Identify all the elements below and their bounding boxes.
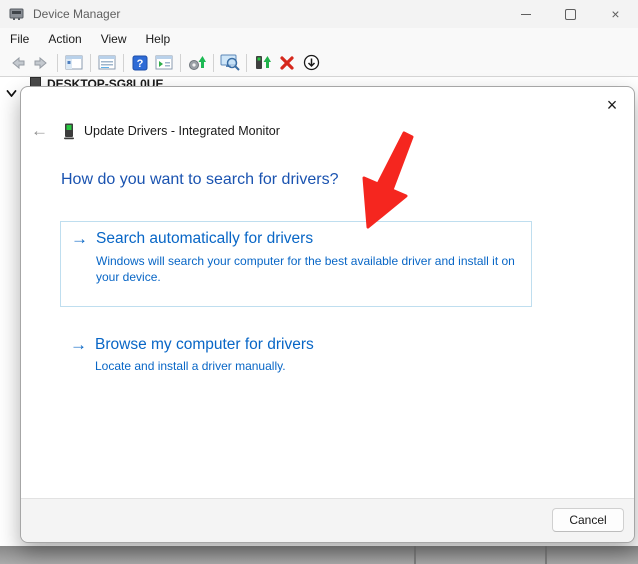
dialog-footer: Cancel [21,498,634,542]
menu-action[interactable]: Action [39,29,90,49]
toolbar: ? [0,49,638,77]
dialog-close-button[interactable]: × [599,92,625,118]
toolbar-separator [57,53,58,72]
forward-icon[interactable] [30,52,52,74]
arrow-right-icon: → [70,335,87,354]
update-driver-device-icon[interactable] [252,52,274,74]
dialog-back-button[interactable]: ← [31,121,51,141]
tree-root-label: DESKTOP-SG8L0UE [47,77,164,86]
close-button[interactable]: × [593,0,638,28]
device-manager-app-icon [9,7,25,22]
scan-hardware-icon[interactable] [219,52,241,74]
background-divider-line [414,546,416,564]
window-title: Device Manager [33,7,121,21]
maximize-icon [565,8,576,20]
update-drivers-dialog: × ← Update Drivers - Integrated Monitor … [20,86,635,543]
maximize-button[interactable] [548,0,593,28]
menu-view[interactable]: View [92,29,136,49]
minimize-icon [520,13,531,15]
option-browse-computer[interactable]: → Browse my computer for drivers Locate … [60,333,532,393]
action-pane-icon[interactable] [153,52,175,74]
background-bottom-strip [0,546,638,564]
close-icon: × [611,6,620,22]
cancel-button[interactable]: Cancel [552,508,624,532]
computer-icon [30,77,41,86]
screen: Device Manager × File Action View Help ?… [0,0,638,564]
option-description: Locate and install a driver manually. [95,359,286,373]
back-icon[interactable] [6,52,28,74]
integrated-monitor-icon [63,123,75,140]
toolbar-separator [213,53,214,72]
properties-icon[interactable] [96,52,118,74]
toolbar-separator [123,53,124,72]
disable-device-icon[interactable] [300,52,322,74]
menu-file[interactable]: File [1,29,38,49]
toolbar-separator [90,53,91,72]
svg-text:?: ? [137,58,144,70]
help-icon[interactable]: ? [129,52,151,74]
background-divider-line [545,546,547,564]
dialog-title: Update Drivers - Integrated Monitor [84,124,280,138]
tree-root-item[interactable]: DESKTOP-SG8L0UE [30,77,163,86]
toolbar-separator [246,53,247,72]
menu-help[interactable]: Help [137,29,180,49]
minimize-button[interactable] [503,0,548,28]
uninstall-device-icon[interactable] [276,52,298,74]
update-driver-gear-icon[interactable] [186,52,208,74]
tree-view-icon[interactable] [63,52,85,74]
tree-collapse-chevron-icon[interactable] [6,85,17,103]
dialog-heading: How do you want to search for drivers? [61,171,339,188]
option-description: Windows will search your computer for th… [96,254,515,284]
device-manager-titlebar: Device Manager × [0,0,638,28]
option-title: Search automatically for drivers [96,230,314,247]
arrow-right-icon: → [71,229,88,248]
toolbar-separator [180,53,181,72]
menu-bar: File Action View Help [0,28,638,49]
dialog-header: ← Update Drivers - Integrated Monitor [31,121,280,141]
option-search-automatically[interactable]: → Search automatically for drivers Windo… [60,221,532,307]
dialog-close-icon: × [606,94,618,115]
option-title: Browse my computer for drivers [95,336,314,353]
